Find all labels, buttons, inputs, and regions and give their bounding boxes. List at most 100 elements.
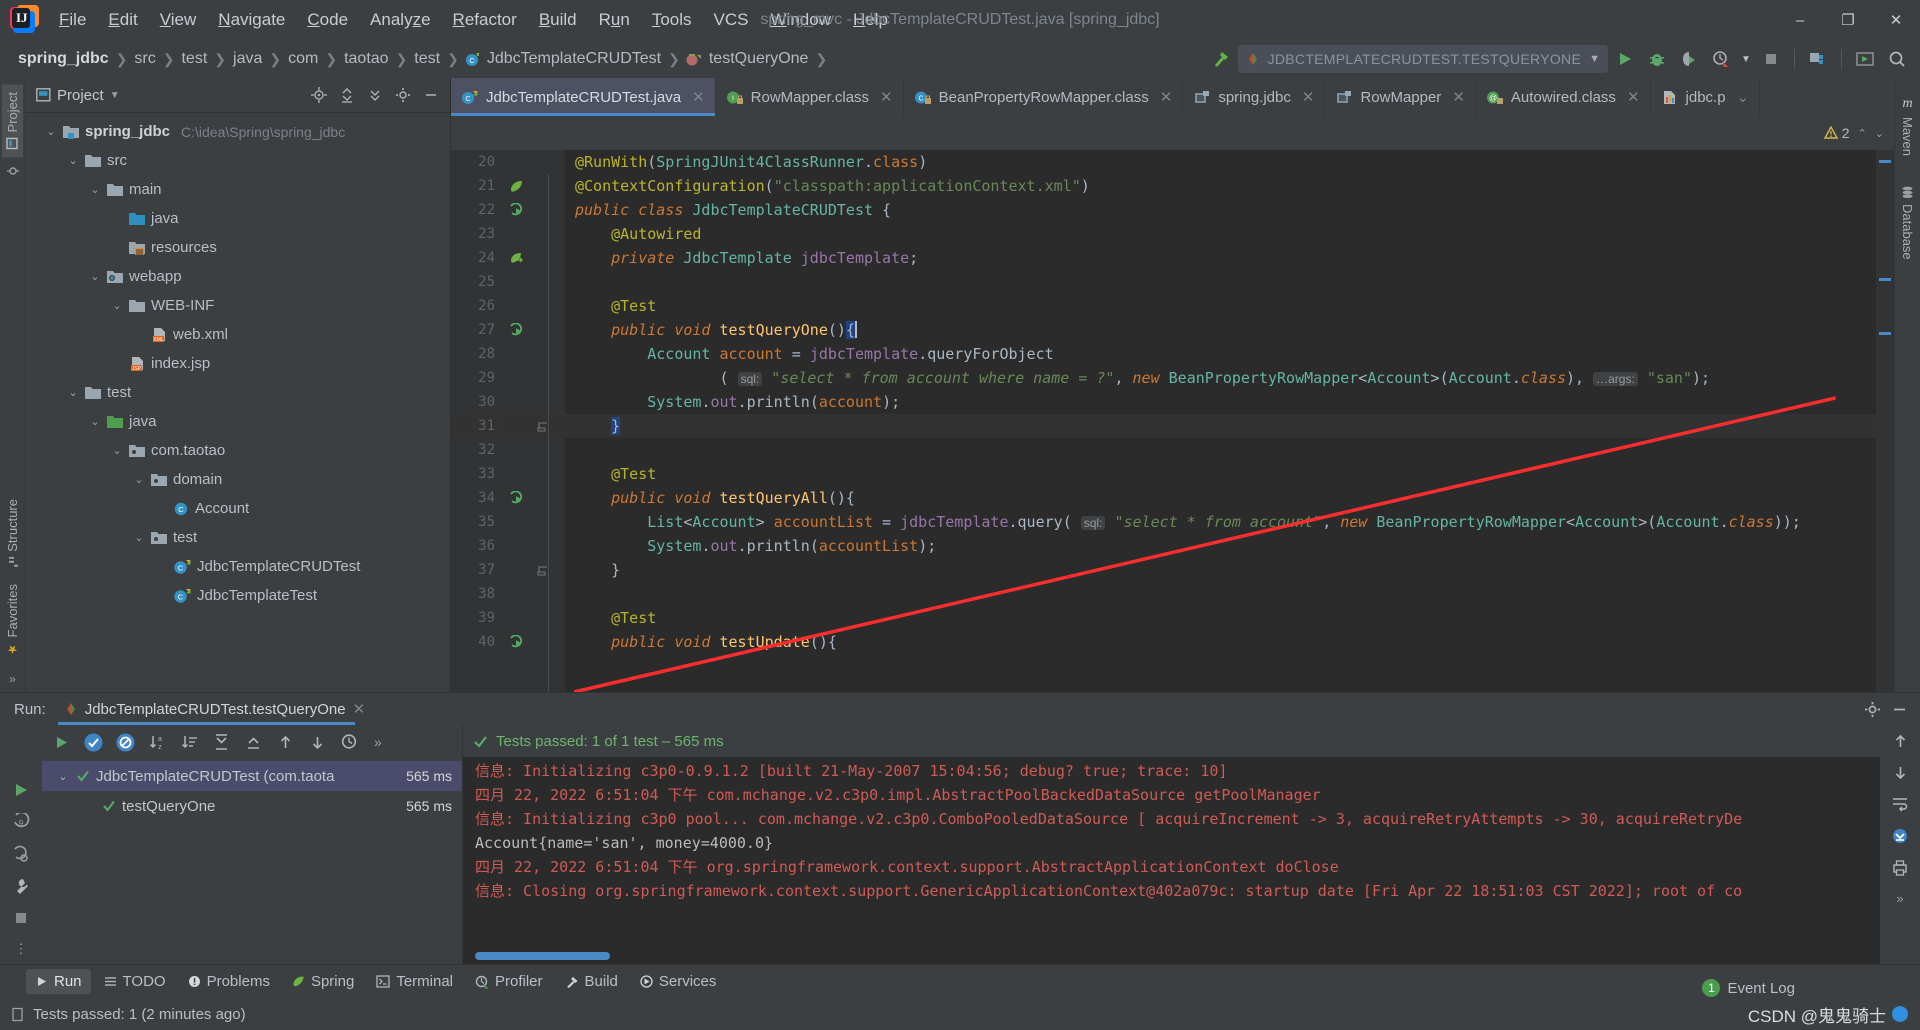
expand-icon[interactable] xyxy=(362,82,388,108)
chevron-down-icon[interactable]: ⌄ xyxy=(132,473,146,486)
code-line[interactable]: public class JdbcTemplateCRUDTest { xyxy=(565,198,1876,222)
menu-build[interactable]: Build xyxy=(528,6,588,34)
code-line[interactable]: System.out.println(accountList); xyxy=(565,534,1876,558)
test-row[interactable]: ⌄ JdbcTemplateCRUDTest (com.taota 565 ms xyxy=(42,761,462,791)
chevron-down-icon[interactable]: ▼ xyxy=(110,90,120,101)
scroll-down-icon[interactable] xyxy=(1892,764,1909,781)
fold-end-icon[interactable] xyxy=(503,414,565,438)
breadcrumb-segment-jdbctemplatecrudtest[interactable]: JdbcTemplateCRUDTest xyxy=(483,48,665,70)
close-icon[interactable]: ⌄ xyxy=(1737,88,1750,106)
sort-by-duration-icon[interactable] xyxy=(178,731,200,753)
run-icon[interactable] xyxy=(1610,44,1640,74)
tree-node-web-xml[interactable]: XML web.xml xyxy=(26,320,450,349)
tree-node-java[interactable]: ⌄ java xyxy=(26,407,450,436)
code-editor[interactable]: 20 21 22 23 24 25 26 27 28 29 30 31 32 33 34 35 36 37 38 39… xyxy=(451,150,1894,692)
scroll-up-icon[interactable] xyxy=(1892,733,1909,750)
chevron-down-icon[interactable]: ⌄ xyxy=(66,154,80,167)
code-line[interactable]: public void testQueryAll(){ xyxy=(565,486,1876,510)
stop-icon[interactable] xyxy=(12,909,30,927)
tool-window-button-problems[interactable]: Problems xyxy=(179,969,279,994)
locate-icon[interactable] xyxy=(306,82,332,108)
run-test-icon[interactable] xyxy=(503,486,565,510)
icon-gutter[interactable] xyxy=(503,150,565,692)
editor-tab-spring-jdbc[interactable]: spring.jdbc ✕ xyxy=(1183,78,1326,116)
test-history-icon[interactable] xyxy=(338,731,360,753)
code-line[interactable]: ( sql: "select * from account where name… xyxy=(565,366,1876,390)
menu-window[interactable]: Window xyxy=(760,6,842,34)
sidebar-item-project[interactable]: Project xyxy=(2,84,23,158)
updates-icon[interactable] xyxy=(1850,44,1880,74)
close-icon[interactable]: ✕ xyxy=(353,700,366,718)
minimize-button[interactable]: – xyxy=(1776,0,1824,40)
code-line[interactable] xyxy=(565,582,1876,606)
search-everywhere-icon[interactable] xyxy=(1882,44,1912,74)
run-test-icon[interactable] xyxy=(503,198,565,222)
run-configuration-selector[interactable]: JDBCTEMPLATECRUDTEST.TESTQUERYONE ▼ xyxy=(1237,45,1608,73)
code-line[interactable] xyxy=(565,438,1876,462)
chevron-down-icon[interactable]: ⌄ xyxy=(56,770,70,783)
tool-window-button-spring[interactable]: Spring xyxy=(283,969,363,994)
show-passed-toggle[interactable] xyxy=(82,731,104,753)
project-tree[interactable]: ⌄ spring_jdbc C:\idea\Spring\spring_jdbc ⌄ s… xyxy=(26,113,450,692)
settings-gear-icon[interactable] xyxy=(1864,701,1881,718)
soft-wrap-icon[interactable] xyxy=(1891,795,1909,813)
menu-view[interactable]: View xyxy=(149,6,208,34)
close-icon[interactable]: ✕ xyxy=(1302,88,1315,106)
more-icon[interactable]: » xyxy=(370,734,382,750)
editor-tab-rowmapper-class[interactable]: I RowMapper.class ✕ xyxy=(716,78,904,116)
sort-alphabetically-icon[interactable]: az xyxy=(146,731,168,753)
test-tree[interactable]: ⌄ JdbcTemplateCRUDTest (com.taota 565 ms te… xyxy=(42,759,462,964)
menu-refactor[interactable]: Refactor xyxy=(442,6,528,34)
breadcrumb-segment-testqueryone[interactable]: testQueryOne xyxy=(705,48,813,70)
tool-window-button-todo[interactable]: TODO xyxy=(95,969,175,994)
breadcrumb-segment-test[interactable]: test xyxy=(410,48,444,70)
code-line[interactable]: List<Account> accountList = jdbcTemplate… xyxy=(565,510,1876,534)
menu-edit[interactable]: Edit xyxy=(97,6,148,34)
editor-tab-jdbctemplatecrudtest-java[interactable]: C JdbcTemplateCRUDTest.java ✕ xyxy=(451,78,716,116)
tree-node-com-taotao[interactable]: ⌄ com.taotao xyxy=(26,436,450,465)
wrench-icon[interactable] xyxy=(12,877,30,895)
tree-node-webapp[interactable]: ⌄ webapp xyxy=(26,262,450,291)
breadcrumb-segment-java[interactable]: java xyxy=(229,48,266,70)
code-line[interactable]: @RunWith(SpringJUnit4ClassRunner.class) xyxy=(565,150,1876,174)
tree-node-test[interactable]: ⌄ test xyxy=(26,523,450,552)
chevron-down-icon[interactable]: ⌄ xyxy=(110,299,124,312)
sidebar-item-structure[interactable]: Structure xyxy=(2,491,23,576)
hide-icon[interactable] xyxy=(418,82,444,108)
tool-window-button-profiler[interactable]: Profiler xyxy=(466,969,552,994)
tree-node-src[interactable]: ⌄ src xyxy=(26,146,450,175)
tree-node-jdbctemplatetest[interactable]: C JdbcTemplateTest xyxy=(26,581,450,610)
expand-console-icon[interactable]: » xyxy=(1896,891,1903,906)
tree-node-domain[interactable]: ⌄ domain xyxy=(26,465,450,494)
build-hammer-icon[interactable] xyxy=(1206,44,1236,74)
code-line[interactable]: public void testQueryOne(){ xyxy=(565,318,1876,342)
code-line[interactable]: @Test xyxy=(565,462,1876,486)
main-menu[interactable]: File Edit View Navigate Code Analyze Refactor B… xyxy=(48,6,899,34)
rerun-icon[interactable] xyxy=(12,781,30,799)
collapse-all-icon[interactable] xyxy=(242,731,264,753)
breadcrumb[interactable]: spring_jdbc ❯ src ❯ test ❯ java ❯ com ❯ taotao ❯ tes… xyxy=(14,48,830,70)
bean-icon[interactable] xyxy=(503,246,565,270)
tree-node-resources[interactable]: resources xyxy=(26,233,450,262)
bottom-tool-strip[interactable]: Run TODO Problems Spring Terminal Profiler Bui… xyxy=(0,964,1920,998)
code-line[interactable]: System.out.println(account); xyxy=(565,390,1876,414)
print-icon[interactable] xyxy=(1891,859,1909,877)
rerun-icon[interactable] xyxy=(50,731,72,753)
sidebar-item-maven[interactable]: m Maven xyxy=(1897,88,1918,164)
profiler-icon[interactable] xyxy=(1706,44,1736,74)
code-line[interactable]: } xyxy=(565,558,1876,582)
tool-window-button-build[interactable]: Build xyxy=(556,969,627,994)
code-line[interactable]: @ContextConfiguration("classpath:applica… xyxy=(565,174,1876,198)
tree-node-web-inf[interactable]: ⌄ WEB-INF xyxy=(26,291,450,320)
settings-gear-icon[interactable] xyxy=(390,82,416,108)
test-row[interactable]: testQueryOne 565 ms xyxy=(42,791,462,821)
code-text[interactable]: @RunWith(SpringJUnit4ClassRunner.class) @… xyxy=(565,150,1876,692)
rerun-tests-icon[interactable] xyxy=(12,845,30,863)
breadcrumb-segment-test[interactable]: test xyxy=(177,48,211,70)
more-vertical-icon[interactable]: ⋮ xyxy=(15,941,28,957)
debug-icon[interactable] xyxy=(1642,44,1672,74)
prev-failed-icon[interactable] xyxy=(274,731,296,753)
error-stripe-marker[interactable] xyxy=(1876,150,1894,692)
tool-window-button-services[interactable]: Services xyxy=(631,969,726,994)
sidebar-item-commit[interactable] xyxy=(4,157,22,185)
